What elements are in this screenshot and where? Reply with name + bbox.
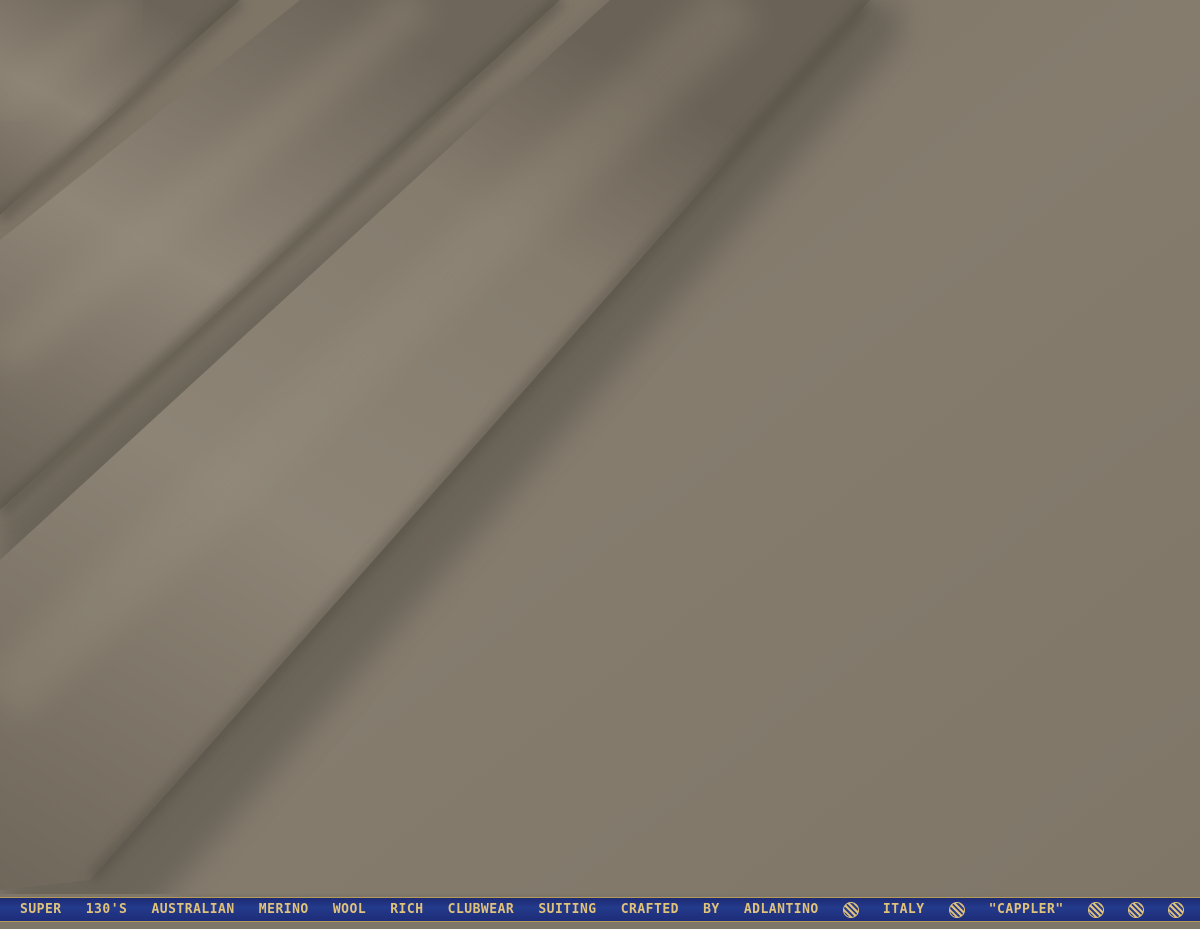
- fabric-folds: [0, 0, 1200, 929]
- knot-logo-icon: [1127, 901, 1144, 918]
- fabric-selvedge: SUPER 130'S AUSTRALIAN MERINO WOOL RICH …: [0, 894, 1200, 929]
- selvedge-word: AUSTRALIAN: [151, 902, 235, 917]
- selvedge-word: SUPER: [20, 902, 62, 917]
- selvedge-word: SUITING: [538, 902, 597, 917]
- selvedge-word: ITALY: [882, 902, 925, 917]
- selvedge-word: ADLANTINO: [743, 902, 819, 917]
- selvedge-word: MERINO: [258, 902, 309, 917]
- fabric-photo: SUPER 130'S AUSTRALIAN MERINO WOOL RICH …: [0, 0, 1200, 929]
- knot-logo-icon: [842, 901, 859, 918]
- selvedge-word: CRAFTED: [620, 902, 679, 917]
- selvedge-text-band: SUPER 130'S AUSTRALIAN MERINO WOOL RICH …: [0, 897, 1200, 922]
- selvedge-word: RICH: [390, 902, 424, 917]
- knot-logo-icon: [1167, 901, 1184, 918]
- selvedge-word: BY: [703, 902, 720, 917]
- knot-logo-icon: [948, 901, 965, 918]
- selvedge-word: 130'S: [85, 902, 128, 917]
- selvedge-word: WOOL: [332, 902, 367, 917]
- selvedge-word: CLUBWEAR: [447, 902, 515, 917]
- selvedge-word: "CAPPLER": [988, 902, 1064, 917]
- knot-logo-icon: [1087, 901, 1104, 918]
